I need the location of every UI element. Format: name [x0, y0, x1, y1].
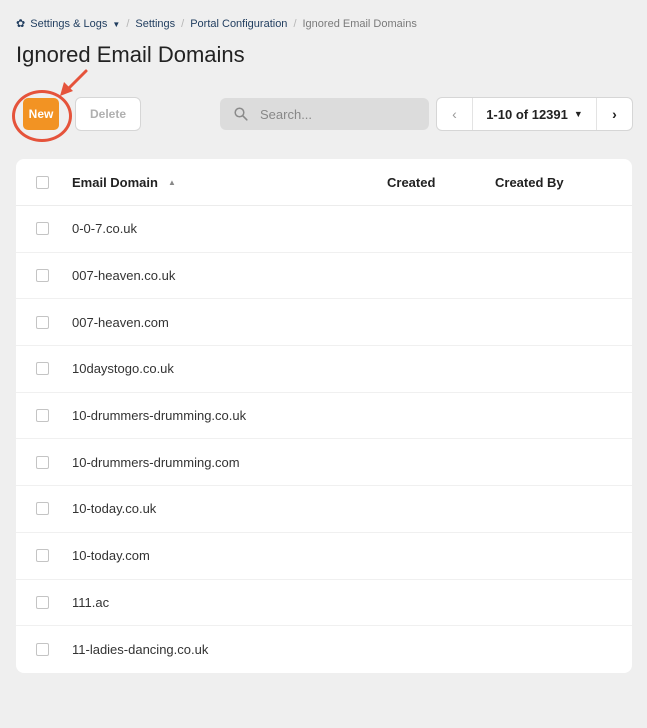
table-row[interactable]: 10-drummers-drumming.com: [16, 439, 632, 487]
email-domain-cell: 007-heaven.com: [72, 314, 169, 330]
column-header-email-domain[interactable]: Email Domain ▲: [72, 175, 387, 190]
search-placeholder: Search...: [260, 106, 313, 122]
table-row[interactable]: 10-today.co.uk: [16, 486, 632, 533]
table-row[interactable]: 10daystogo.co.uk: [16, 346, 632, 393]
caret-down-icon: ▼: [573, 109, 583, 119]
breadcrumb-separator: /: [126, 17, 130, 30]
pagination: ‹ 1-10 of 12391 ▼ ›: [436, 97, 633, 131]
email-domain-cell: 111.ac: [72, 594, 110, 610]
search-input[interactable]: Search...: [220, 98, 429, 130]
row-checkbox[interactable]: [35, 362, 49, 376]
row-checkbox[interactable]: [35, 222, 49, 236]
table-row[interactable]: 10-today.com: [16, 533, 632, 580]
email-domain-cell: 0-0-7.co.uk: [72, 221, 138, 237]
breadcrumb-portal-configuration[interactable]: Portal Configuration: [190, 18, 287, 30]
row-checkbox[interactable]: [35, 595, 49, 609]
chevron-right-icon[interactable]: ›: [596, 98, 632, 130]
table-row[interactable]: 007-heaven.com: [16, 299, 632, 347]
table-row[interactable]: 11-ladies-dancing.co.uk: [16, 626, 632, 673]
breadcrumb-settings[interactable]: Settings: [135, 18, 175, 30]
row-checkbox[interactable]: [35, 549, 49, 563]
pagination-range-dropdown[interactable]: 1-10 of 12391 ▼: [473, 107, 596, 122]
domains-table: Email Domain ▲ Created Created By 0-0-7.…: [16, 159, 632, 673]
table-row[interactable]: 007-heaven.co.uk: [16, 253, 632, 300]
table-row[interactable]: 0-0-7.co.uk: [16, 206, 632, 253]
search-icon: [234, 107, 248, 121]
column-header-created-by[interactable]: Created By: [495, 175, 632, 190]
email-domain-cell: 10-today.com: [72, 548, 150, 564]
sort-ascending-icon: ▲: [167, 177, 176, 187]
table-header: Email Domain ▲ Created Created By: [16, 159, 632, 206]
email-domain-cell: 10-drummers-drumming.co.uk: [72, 408, 247, 424]
row-checkbox[interactable]: [35, 502, 49, 516]
column-header-created[interactable]: Created: [387, 175, 495, 190]
email-domain-cell: 10daystogo.co.uk: [72, 361, 174, 377]
breadcrumb-label: Settings & Logs: [30, 18, 108, 30]
row-checkbox[interactable]: [35, 455, 49, 469]
email-domain-cell: 11-ladies-dancing.co.uk: [72, 642, 209, 658]
column-header-label: Email Domain: [72, 174, 158, 190]
breadcrumb-current: Ignored Email Domains: [302, 17, 417, 30]
row-checkbox[interactable]: [35, 315, 49, 329]
breadcrumb-separator: /: [293, 17, 297, 30]
select-all-checkbox[interactable]: [35, 175, 49, 189]
gear-icon: ✿: [16, 18, 26, 30]
delete-button[interactable]: Delete: [75, 97, 141, 131]
breadcrumb: ✿ Settings & Logs ▼ / Settings / Portal …: [16, 17, 417, 31]
row-checkbox[interactable]: [35, 269, 49, 283]
table-row[interactable]: 111.ac: [16, 580, 632, 627]
table-body: 0-0-7.co.uk 007-heaven.co.uk 007-heaven.…: [16, 206, 632, 673]
new-button[interactable]: New: [23, 98, 59, 130]
caret-down-icon: ▼: [112, 20, 121, 29]
chevron-left-icon[interactable]: ‹: [437, 98, 473, 130]
page-title: Ignored Email Domains: [16, 42, 245, 67]
annotation-arrow-icon: [60, 69, 88, 96]
email-domain-cell: 10-drummers-drumming.com: [72, 454, 240, 470]
breadcrumb-settings-logs[interactable]: ✿ Settings & Logs ▼: [16, 17, 120, 30]
table-row[interactable]: 10-drummers-drumming.co.uk: [16, 393, 632, 440]
email-domain-cell: 10-today.co.uk: [72, 501, 157, 517]
breadcrumb-separator: /: [181, 17, 185, 30]
pagination-range-label: 1-10 of 12391: [486, 106, 568, 122]
row-checkbox[interactable]: [35, 409, 49, 423]
row-checkbox[interactable]: [35, 643, 49, 657]
email-domain-cell: 007-heaven.co.uk: [72, 268, 176, 284]
